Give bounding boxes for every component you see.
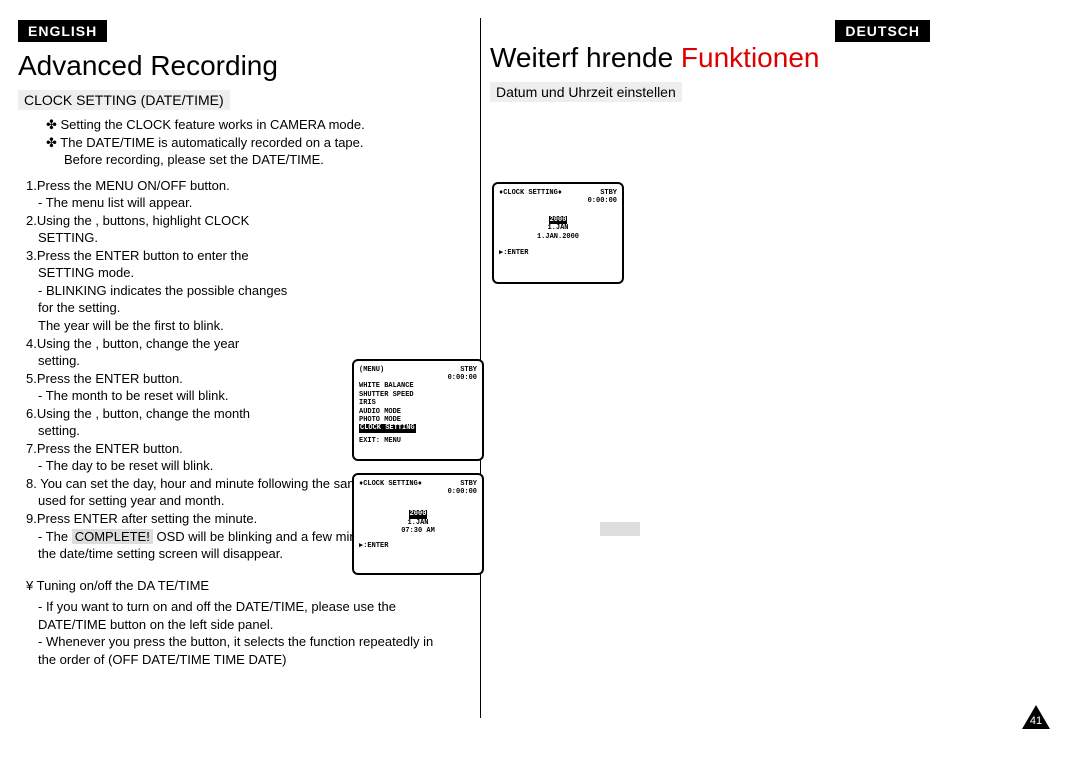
gray-strip xyxy=(600,522,640,536)
title-en: Advanced Recording xyxy=(18,50,478,82)
step6a: 6.Using the , button, change the month xyxy=(26,405,346,423)
step3a: 3.Press the ENTER button to enter the xyxy=(26,247,346,265)
page-number-badge: 41 xyxy=(1022,705,1050,729)
title-de-a: Weiterf hrende xyxy=(490,42,681,73)
complete-osd-label: COMPLETE! xyxy=(72,529,153,544)
step6b: setting. xyxy=(38,422,358,440)
sub1a: - If you want to turn on and off the DAT… xyxy=(38,598,478,616)
osd-menu-screenshot: (MENU)STBY 0:00:00 WHITE BALANCE SHUTTER… xyxy=(352,359,484,461)
section-en: CLOCK SETTING (DATE/TIME) xyxy=(18,90,230,110)
section-de: Datum und Uhrzeit einstellen xyxy=(490,82,682,102)
step2b: SETTING. xyxy=(38,229,358,247)
intro-bullets: Setting the CLOCK feature works in CAMER… xyxy=(46,116,478,169)
step5: 5.Press the ENTER button. xyxy=(26,370,346,388)
step3c: - BLINKING indicates the possible change… xyxy=(38,282,358,300)
right-column: DEUTSCH Weiterf hrende Funktionen Datum … xyxy=(490,0,950,771)
step3b: SETTING mode. xyxy=(38,264,358,282)
steps: 1.Press the MENU ON/OFF button. - The me… xyxy=(18,177,478,669)
title-de-b: Funktionen xyxy=(681,42,820,73)
step7a: - The day to be reset will blink. xyxy=(38,457,358,475)
tuning-heading: Tuning on/off the DA TE/TIME xyxy=(26,577,478,595)
step4b: setting. xyxy=(38,352,358,370)
step1: 1.Press the MENU ON/OFF button. xyxy=(26,177,346,195)
left-column: ENGLISH Advanced Recording CLOCK SETTING… xyxy=(18,0,478,771)
step2a: 2.Using the , buttons, highlight CLOCK xyxy=(26,212,346,230)
lang-badge-de: DEUTSCH xyxy=(835,20,930,42)
manual-page: ENGLISH Advanced Recording CLOCK SETTING… xyxy=(0,0,1080,771)
step1a: - The menu list will appear. xyxy=(38,194,358,212)
step4a: 4.Using the , button, change the year xyxy=(26,335,346,353)
step3e: The year will be the first to blink. xyxy=(38,317,358,335)
sub2a: - Whenever you press the button, it sele… xyxy=(38,633,478,651)
step5a: - The month to be reset will blink. xyxy=(38,387,358,405)
bullet-1: Setting the CLOCK feature works in CAMER… xyxy=(64,116,478,134)
osd-clock-setting-de-screenshot: ♦CLOCK SETTING♦STBY 0:00:00 2000 1.JAN 1… xyxy=(492,182,624,284)
title-de: Weiterf hrende Funktionen xyxy=(490,42,950,74)
sub1b: DATE/TIME button on the left side panel. xyxy=(38,616,478,634)
step9a-pre: - The xyxy=(38,529,72,544)
osd-clock-setting-screenshot: ♦CLOCK SETTING♦STBY 0:00:00 2000 1.JAN 0… xyxy=(352,473,484,575)
step7: 7.Press the ENTER button. xyxy=(26,440,346,458)
sub2b: the order of (OFF DATE/TIME TIME DATE) xyxy=(38,651,478,669)
bullet-2: The DATE/TIME is automatically recorded … xyxy=(64,134,478,152)
step3d: for the setting. xyxy=(38,299,358,317)
bullet-2b: Before recording, please set the DATE/TI… xyxy=(64,151,478,169)
lang-badge-en: ENGLISH xyxy=(18,20,107,42)
